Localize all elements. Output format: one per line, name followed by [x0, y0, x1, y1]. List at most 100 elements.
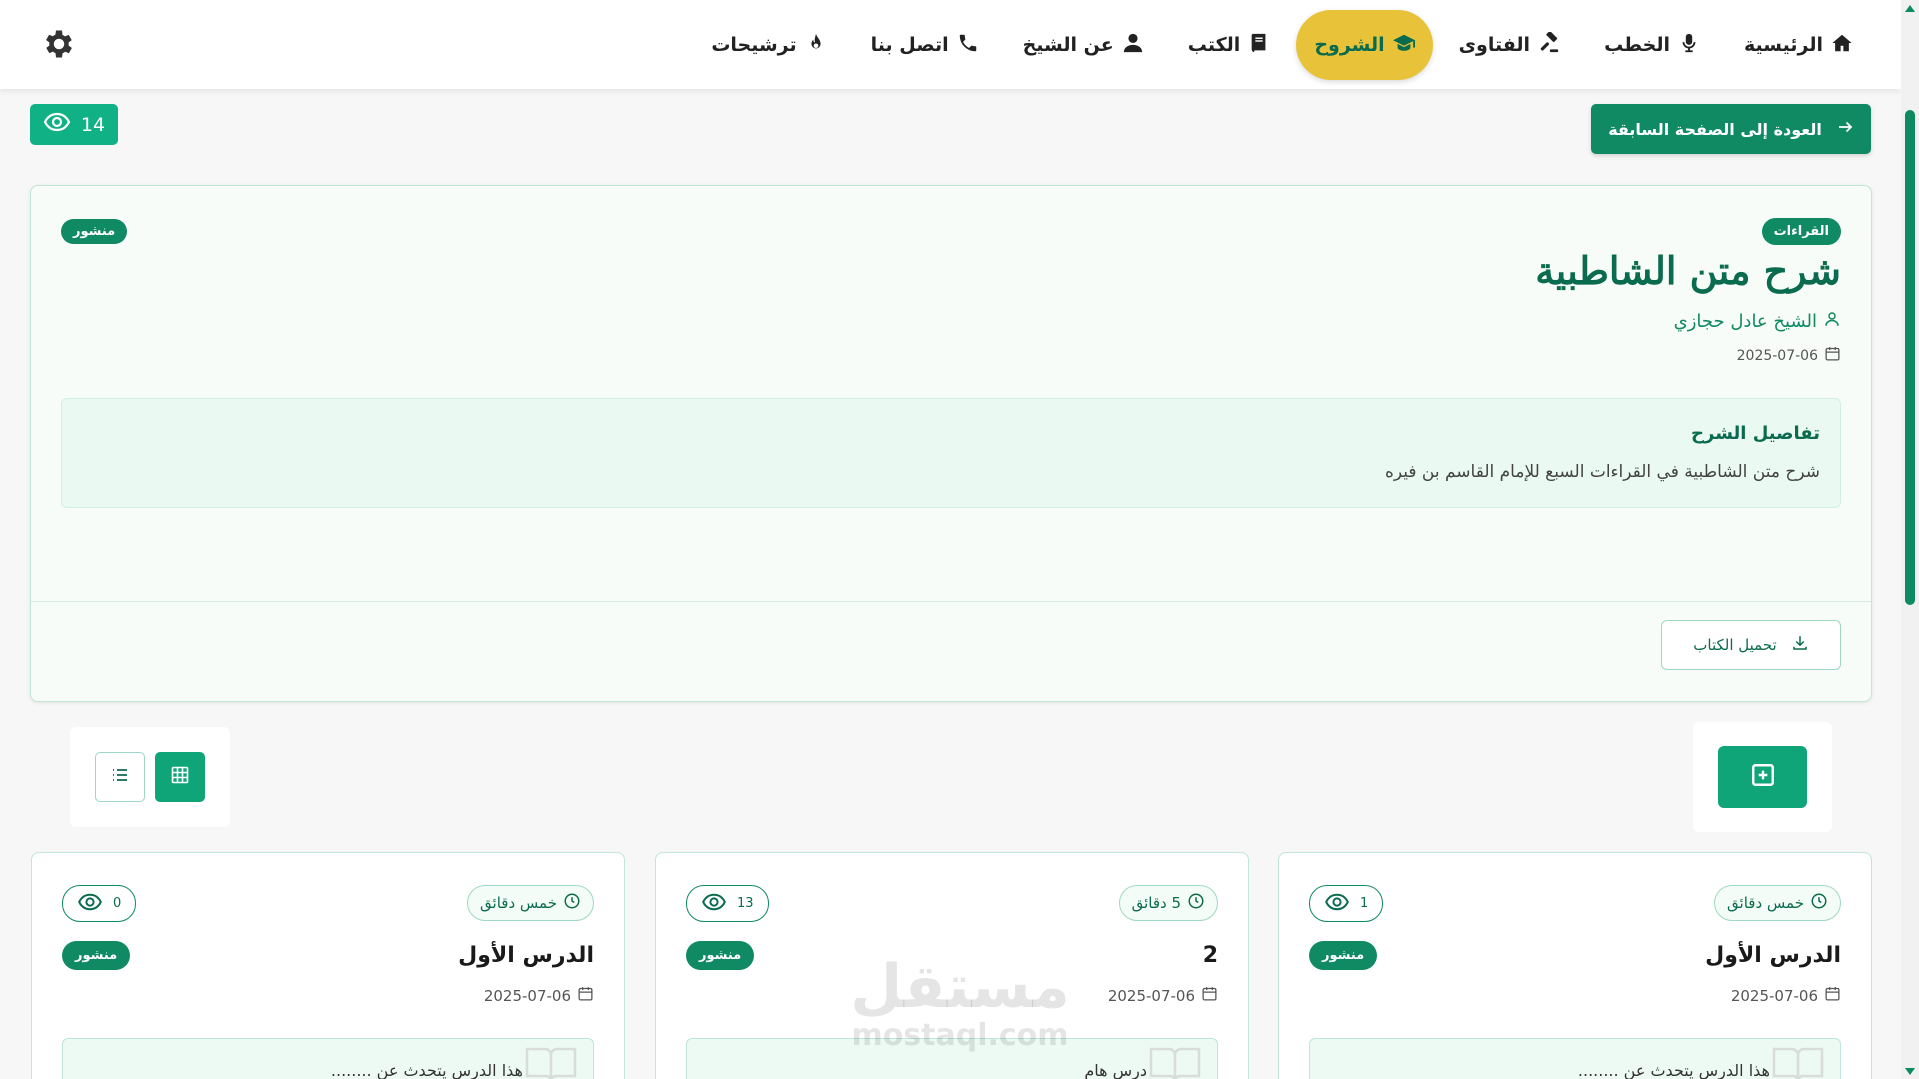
nav-item-recommendations[interactable]: ترشيحات — [693, 10, 844, 80]
gear-icon — [41, 30, 77, 66]
status-badge: منشور — [61, 219, 128, 244]
duration-pill: خمس دقائق — [1714, 885, 1841, 921]
download-label: تحميل الكتاب — [1693, 636, 1777, 654]
scroll-down-arrow[interactable] — [1905, 1068, 1915, 1075]
top-navbar: الرئيسية الخطب الفتاوى الشروح الكتب عن ا… — [0, 0, 1901, 89]
nav-item-label: الكتب — [1187, 34, 1241, 56]
lesson-views-pill: 1 — [1309, 885, 1384, 922]
add-lesson-panel — [1693, 722, 1832, 832]
duration-text: 5 دقائق — [1131, 894, 1181, 912]
back-button-label: العودة إلى الصفحة السابقة — [1608, 119, 1822, 139]
card-divider — [31, 601, 1871, 602]
grid-icon — [171, 766, 189, 788]
calendar-icon — [1824, 985, 1841, 1006]
duration-text: خمس دقائق — [480, 894, 557, 912]
lesson-status-badge: منشور — [62, 941, 131, 970]
lesson-status-badge: منشور — [686, 941, 755, 970]
calendar-icon — [1201, 985, 1218, 1006]
list-icon — [111, 766, 129, 788]
lesson-status-badge: منشور — [1309, 941, 1378, 970]
lesson-views-pill: 0 — [62, 885, 137, 922]
page-scrollbar[interactable] — [1901, 0, 1919, 1079]
lesson-views-count: 1 — [1360, 896, 1369, 911]
graduation-cap-icon — [1392, 32, 1415, 59]
nav-item-label: اتصل بنا — [870, 34, 949, 56]
sharh-details-card: القراءات منشور شرح متن الشاطبية الشيخ عا… — [30, 185, 1872, 702]
duration-pill: 5 دقائق — [1118, 885, 1218, 921]
view-toggle-panel — [70, 727, 230, 827]
nav-item-label: الخطب — [1604, 34, 1671, 56]
user-icon — [1122, 32, 1144, 59]
lesson-card[interactable]: 5 دقائق 13 منشور 2 2025-07-06 درس هام — [655, 852, 1249, 1079]
lesson-description: هذا الدرس يتحدث عن ........ — [330, 1061, 523, 1079]
open-book-icon — [523, 1043, 579, 1079]
clock-icon — [1187, 892, 1205, 914]
lesson-date-text: 2025-07-06 — [483, 986, 571, 1005]
lesson-views-count: 0 — [113, 896, 122, 911]
details-title: تفاصيل الشرح — [1691, 423, 1820, 444]
book-icon — [1248, 32, 1270, 59]
add-lesson-button[interactable] — [1718, 746, 1807, 808]
open-book-icon — [1147, 1043, 1203, 1079]
lesson-card[interactable]: خمس دقائق 0 منشور الدرس الأول 2025-07-06… — [31, 852, 625, 1079]
download-icon — [1791, 634, 1809, 656]
nav-item-label: ترشيحات — [711, 34, 797, 56]
scrollbar-thumb[interactable] — [1905, 110, 1915, 605]
back-button[interactable]: العودة إلى الصفحة السابقة — [1591, 104, 1871, 154]
scroll-up-arrow[interactable] — [1905, 5, 1915, 12]
publish-date: 2025-07-06 — [1737, 345, 1841, 366]
nav-item-contact[interactable]: اتصل بنا — [853, 10, 997, 80]
nav-item-kutub[interactable]: الكتب — [1170, 10, 1289, 80]
eye-icon — [77, 893, 103, 915]
details-box: تفاصيل الشرح شرح متن الشاطبية في القراءا… — [61, 398, 1841, 508]
lesson-date-text: 2025-07-06 — [1730, 986, 1818, 1005]
eye-icon — [701, 893, 727, 915]
download-book-button[interactable]: تحميل الكتاب — [1661, 620, 1841, 670]
lesson-date: 2025-07-06 — [1731, 985, 1841, 1006]
views-count-badge: 14 — [30, 104, 118, 145]
clock-icon — [1810, 892, 1828, 914]
eye-icon — [1324, 893, 1350, 915]
lesson-description-box: هذا الدرس يتحدث عن ........ — [1309, 1038, 1841, 1079]
lesson-views-pill: 13 — [686, 885, 769, 922]
list-view-button[interactable] — [95, 752, 145, 802]
nav-item-about[interactable]: عن الشيخ — [1005, 10, 1162, 80]
lesson-date: 2025-07-06 — [484, 985, 594, 1006]
lesson-description-box: هذا الدرس يتحدث عن ........ — [62, 1038, 594, 1079]
author-link[interactable]: الشيخ عادل حجازي — [1674, 310, 1841, 333]
nav-item-home[interactable]: الرئيسية — [1726, 10, 1871, 80]
lesson-card[interactable]: خمس دقائق 1 منشور الدرس الأول 2025-07-06… — [1278, 852, 1872, 1079]
lesson-views-count: 13 — [737, 896, 754, 911]
nav-item-shuruh[interactable]: الشروح — [1296, 10, 1433, 80]
eye-icon — [43, 112, 71, 137]
nav-item-label: الرئيسية — [1744, 34, 1823, 56]
lesson-title[interactable]: الدرس الأول — [458, 943, 594, 968]
author-name: الشيخ عادل حجازي — [1673, 311, 1817, 332]
open-book-icon — [1770, 1043, 1826, 1079]
microphone-icon — [1678, 32, 1700, 59]
grid-view-button[interactable] — [155, 752, 205, 802]
lesson-title[interactable]: 2 — [1203, 943, 1218, 968]
arrow-right-icon — [1836, 118, 1854, 140]
lesson-description: هذا الدرس يتحدث عن ........ — [1577, 1061, 1770, 1079]
lesson-title[interactable]: الدرس الأول — [1705, 943, 1841, 968]
calendar-icon — [1824, 345, 1841, 366]
nav-item-fatawa[interactable]: الفتاوى — [1441, 10, 1578, 80]
fire-icon — [805, 32, 827, 59]
lesson-description-box: درس هام — [686, 1038, 1218, 1079]
duration-pill: خمس دقائق — [467, 885, 594, 921]
nav-item-khutab[interactable]: الخطب — [1586, 10, 1718, 80]
clock-icon — [563, 892, 581, 914]
settings-button[interactable] — [41, 26, 77, 62]
plus-square-icon — [1750, 762, 1776, 792]
details-text: شرح متن الشاطبية في القراءات السبع للإما… — [1384, 462, 1820, 482]
nav-item-label: الفتاوى — [1458, 34, 1531, 56]
main-nav: الرئيسية الخطب الفتاوى الشروح الكتب عن ا… — [693, 10, 1871, 80]
views-count: 14 — [80, 113, 106, 136]
nav-item-label: عن الشيخ — [1022, 34, 1114, 56]
nav-item-label: الشروح — [1314, 34, 1385, 56]
phone-icon — [957, 32, 979, 59]
duration-text: خمس دقائق — [1727, 894, 1804, 912]
lesson-date: 2025-07-06 — [1108, 985, 1218, 1006]
home-icon — [1831, 32, 1853, 59]
